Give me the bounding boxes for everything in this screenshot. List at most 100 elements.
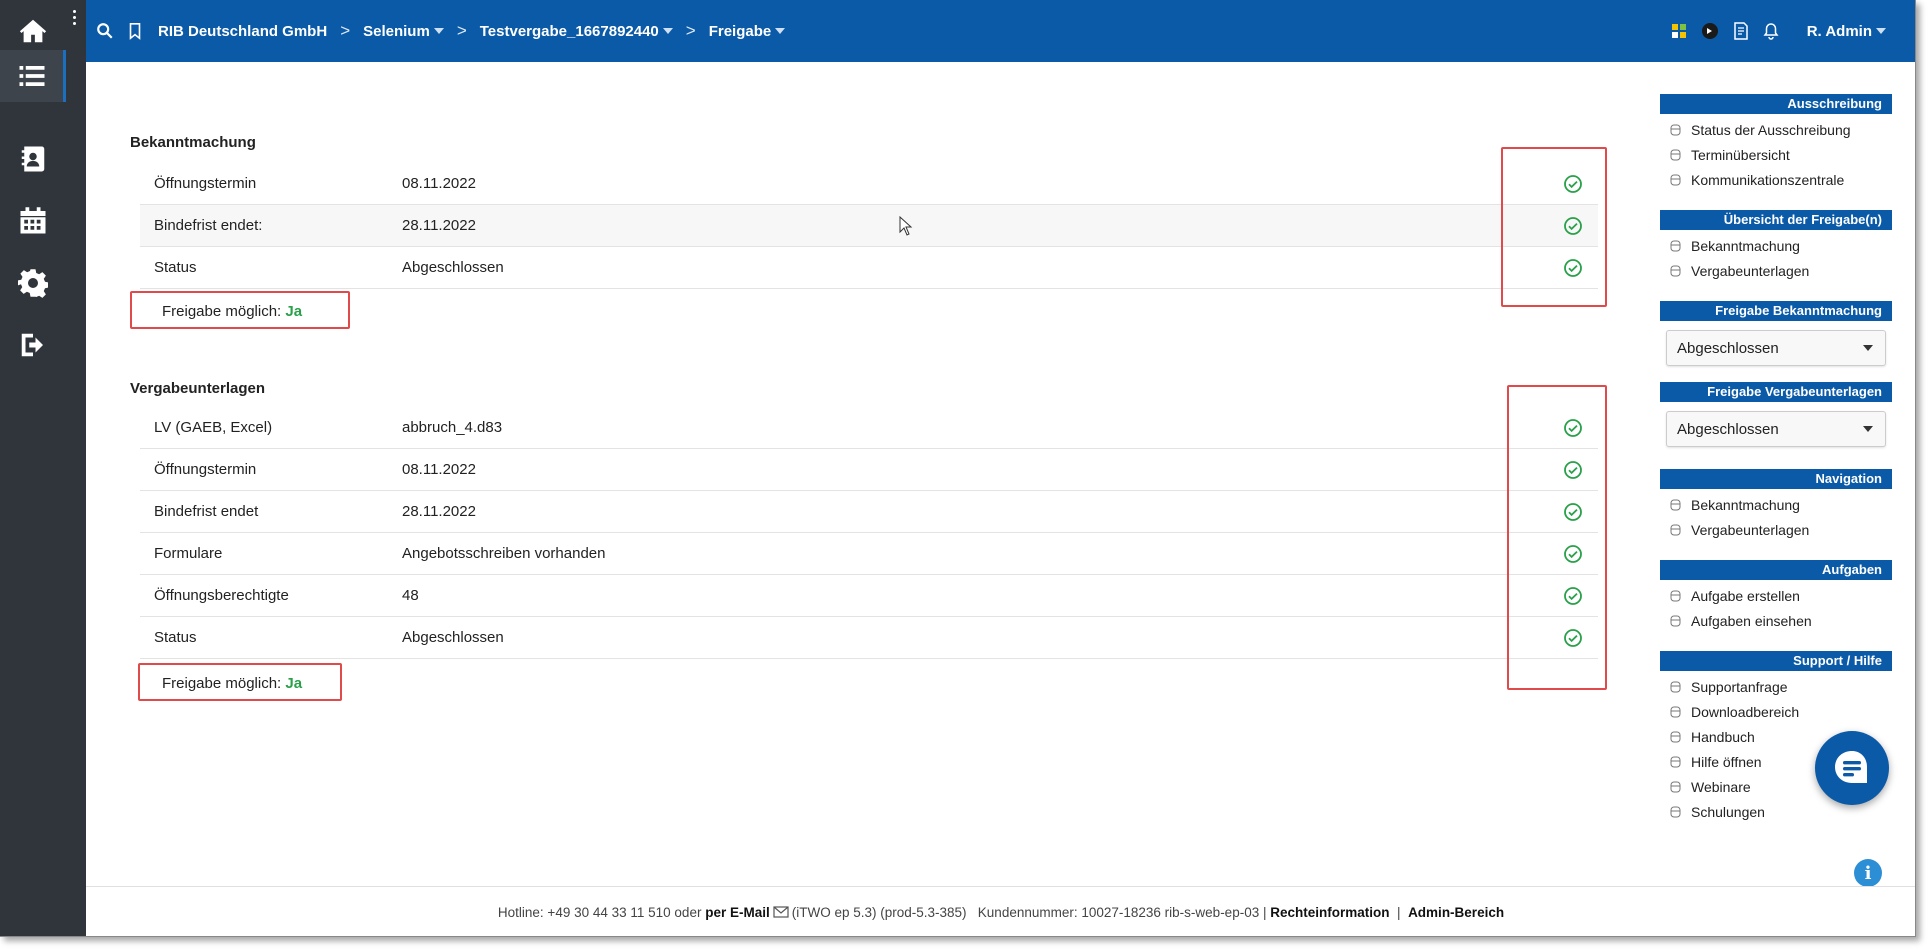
apps-icon[interactable] (1671, 23, 1687, 39)
bullet-icon (1670, 615, 1681, 626)
footer-divider: | (1397, 904, 1401, 920)
link-downloadbereich[interactable]: Downloadbereich (1660, 699, 1892, 724)
breadcrumb-separator: > (456, 21, 467, 40)
document-icon[interactable] (1733, 22, 1749, 40)
row-value: 48 (402, 587, 419, 604)
row-label: Bindefrist endet (154, 503, 259, 520)
link-kommunikationszentrale[interactable]: Kommunikationszentrale (1660, 167, 1892, 192)
nav-calendar[interactable] (0, 190, 66, 252)
chevron-down-icon (1863, 345, 1873, 351)
breadcrumb: RIB Deutschland GmbH > Selenium > Testve… (158, 21, 786, 41)
nav-list[interactable] (0, 50, 66, 102)
footer-email-link[interactable]: per E-Mail (705, 905, 770, 920)
link-uebersicht-bekanntmachung[interactable]: Bekanntmachung (1660, 233, 1892, 258)
breadcrumb-separator: > (340, 21, 351, 40)
footer-version: (iTWO ep 5.3) (prod-5.3-385) Kundennumme… (791, 904, 1267, 920)
section-bekanntmachung-title: Bekanntmachung (130, 134, 256, 151)
row-value: 28.11.2022 (402, 217, 476, 234)
bookmark-icon[interactable] (126, 22, 144, 40)
home-icon (19, 19, 47, 43)
bullet-icon (1670, 806, 1681, 817)
mouse-cursor-icon (899, 216, 913, 236)
row-label: Öffnungstermin (154, 175, 257, 192)
panel-header-ausschreibung: Ausschreibung (1660, 94, 1892, 114)
freigabe-bekanntmachung-select[interactable]: Abgeschlossen (1666, 330, 1886, 366)
row-value: Angebotsschreiben vorhanden (402, 545, 606, 562)
link-supportanfrage[interactable]: Supportanfrage (1660, 674, 1892, 699)
breadcrumb-company[interactable]: RIB Deutschland GmbH (158, 23, 327, 40)
rib-logo-icon[interactable] (1701, 22, 1719, 40)
bullet-icon (1670, 731, 1681, 742)
gear-icon (18, 269, 48, 298)
bullet-icon (1670, 174, 1681, 185)
bullet-icon (1670, 590, 1681, 601)
list-icon (19, 66, 44, 86)
row-label: Öffnungstermin (154, 461, 257, 478)
footer-rechteinformation-link[interactable]: Rechteinformation (1270, 905, 1389, 920)
chevron-down-icon (775, 28, 786, 34)
link-uebersicht-vergabeunterlagen[interactable]: Vergabeunterlagen (1660, 258, 1892, 283)
calendar-icon (20, 207, 46, 234)
breadcrumb-freigabe[interactable]: Freigabe (709, 23, 786, 40)
table-row: Öffnungsberechtigte 48 (140, 575, 1598, 617)
chevron-down-icon (1876, 28, 1886, 34)
link-aufgaben-einsehen[interactable]: Aufgaben einsehen (1660, 608, 1892, 633)
panel-header-aufgaben: Aufgaben (1660, 560, 1892, 580)
link-nav-bekanntmachung[interactable]: Bekanntmachung (1660, 492, 1892, 517)
nav-contacts[interactable] (0, 128, 66, 190)
search-icon[interactable] (96, 22, 114, 40)
sidebar-splitter[interactable] (66, 0, 86, 936)
bullet-icon (1670, 681, 1681, 692)
contacts-icon (21, 146, 45, 172)
bullet-icon (1670, 149, 1681, 160)
bullet-icon (1670, 524, 1681, 535)
table-row: Status Abgeschlossen (140, 617, 1598, 659)
panel-header-uebersicht: Übersicht der Freigabe(n) (1660, 210, 1892, 230)
bullet-icon (1670, 124, 1681, 135)
panel-header-freigabe-vergabeunterlagen: Freigabe Vergabeunterlagen (1660, 382, 1892, 402)
freigabe-vergabeunterlagen-select[interactable]: Abgeschlossen (1666, 411, 1886, 447)
sidebar-grip-icon[interactable] (73, 10, 77, 28)
table-row: Bindefrist endet 28.11.2022 (140, 491, 1598, 533)
breadcrumb-vergabe[interactable]: Testvergabe_1667892440 (480, 23, 673, 40)
top-bar: RIB Deutschland GmbH > Selenium > Testve… (86, 0, 1915, 62)
panel-header-freigabe-bekanntmachung: Freigabe Bekanntmachung (1660, 301, 1892, 321)
nav-logout[interactable] (0, 314, 66, 376)
chat-button[interactable] (1815, 731, 1889, 805)
select-value: Abgeschlossen (1677, 339, 1779, 357)
section-vergabeunterlagen-title: Vergabeunterlagen (130, 380, 266, 397)
sidebar (0, 0, 70, 936)
select-value: Abgeschlossen (1677, 420, 1779, 438)
table-row: Status Abgeschlossen (140, 247, 1598, 289)
table-row: Formulare Angebotsschreiben vorhanden (140, 533, 1598, 575)
link-nav-vergabeunterlagen[interactable]: Vergabeunterlagen (1660, 517, 1892, 542)
link-aufgabe-erstellen[interactable]: Aufgabe erstellen (1660, 583, 1892, 608)
table-row: Öffnungstermin 08.11.2022 (140, 163, 1598, 205)
highlight-box (138, 663, 342, 701)
right-panel: Ausschreibung Status der Ausschreibung T… (1660, 94, 1892, 824)
row-value: Abgeschlossen (402, 259, 504, 276)
footer-admin-link[interactable]: Admin-Bereich (1408, 905, 1504, 920)
bullet-icon (1670, 265, 1681, 276)
row-value: 08.11.2022 (402, 461, 476, 478)
row-value: 08.11.2022 (402, 175, 476, 192)
bullet-icon (1670, 756, 1681, 767)
info-icon[interactable]: i (1854, 859, 1882, 887)
app-window: RIB Deutschland GmbH > Selenium > Testve… (0, 0, 1916, 937)
link-status-ausschreibung[interactable]: Status der Ausschreibung (1660, 117, 1892, 142)
breadcrumb-project[interactable]: Selenium (363, 23, 444, 40)
nav-settings[interactable] (0, 252, 66, 314)
footer: Hotline: +49 30 44 33 11 510 oder per E-… (86, 886, 1915, 936)
bell-icon[interactable] (1763, 22, 1779, 40)
user-menu[interactable]: R. Admin (1807, 23, 1886, 40)
table-row: Bindefrist endet: 28.11.2022 (140, 205, 1598, 247)
link-terminuebersicht[interactable]: Terminübersicht (1660, 142, 1892, 167)
panel-header-support: Support / Hilfe (1660, 651, 1892, 671)
bullet-icon (1670, 706, 1681, 717)
chat-icon (1835, 751, 1867, 783)
row-label: LV (GAEB, Excel) (154, 419, 273, 436)
top-right-tools: R. Admin (1671, 0, 1886, 62)
row-label: Status (154, 629, 197, 646)
row-label: Öffnungsberechtigte (154, 587, 289, 604)
highlight-box (130, 291, 350, 329)
